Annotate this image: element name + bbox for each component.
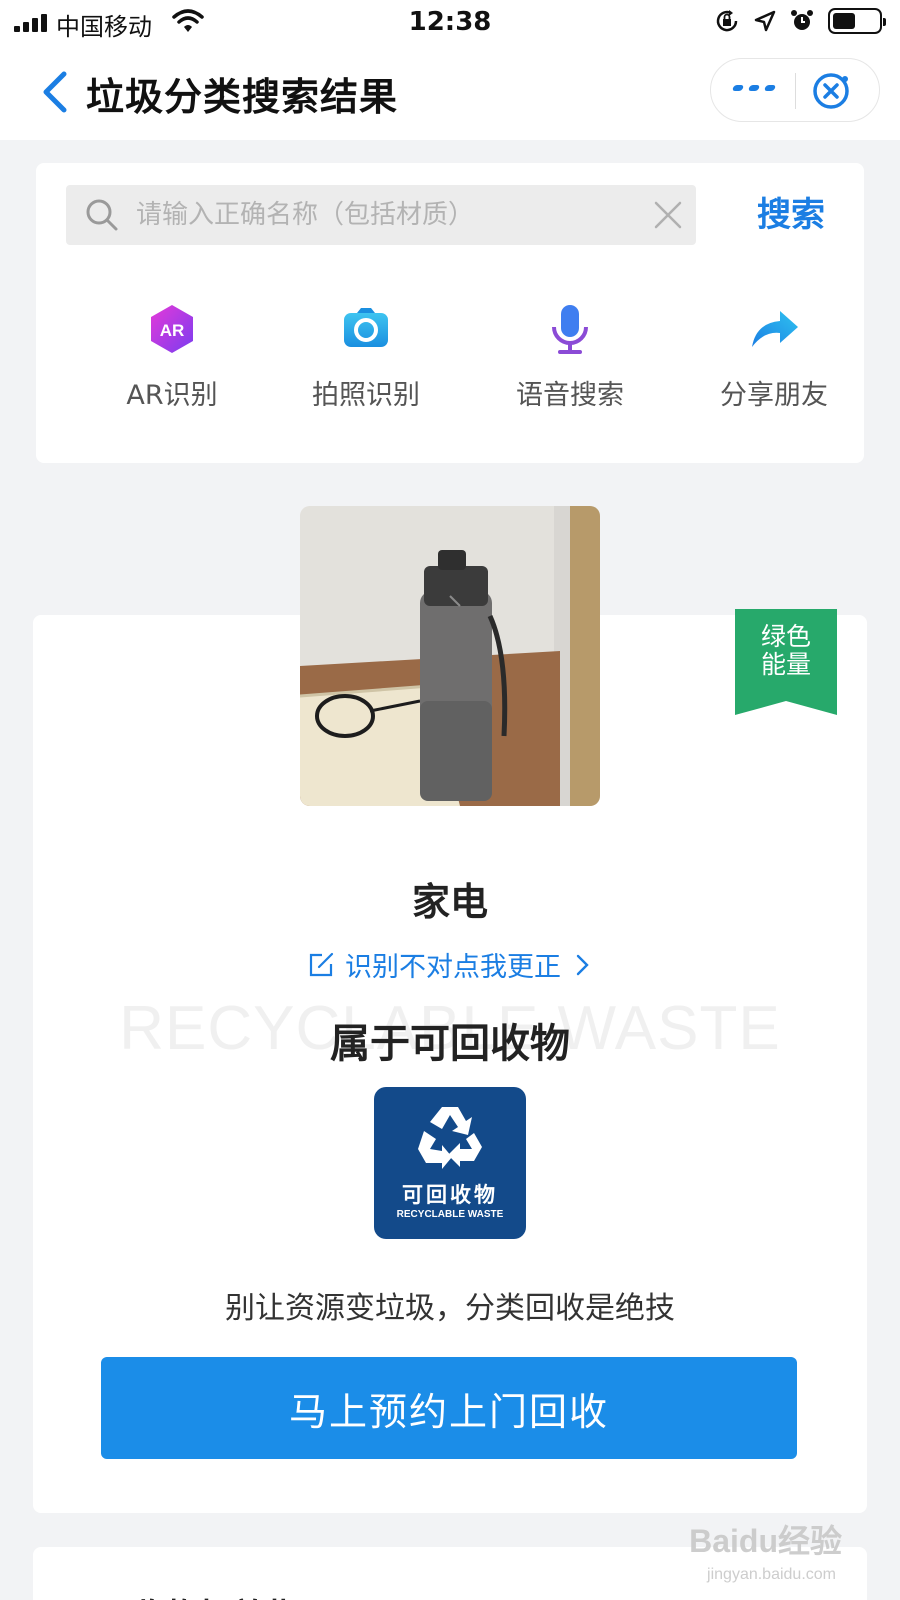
back-icon[interactable]	[38, 70, 74, 114]
rotation-lock-icon	[716, 10, 738, 32]
badge-label-en: RECYCLABLE WASTE	[396, 1209, 504, 1220]
close-mini-program-icon[interactable]	[811, 71, 851, 111]
nav-bar: 垃圾分类搜索结果	[0, 44, 900, 140]
tool-label: 拍照识别	[312, 380, 420, 411]
tool-label: 语音搜索	[516, 380, 624, 411]
tool-voice[interactable]: 语音搜索	[480, 303, 660, 412]
share-icon	[752, 311, 798, 347]
location-icon	[754, 10, 776, 32]
tool-label: AR识别	[126, 380, 218, 411]
microphone-icon	[552, 305, 588, 354]
recyclable-badge: 可回收物 RECYCLABLE WASTE	[374, 1087, 526, 1239]
correct-link-label: 识别不对点我更正	[345, 952, 561, 983]
tool-label: 分享朋友	[720, 380, 828, 411]
tool-share[interactable]: 分享朋友	[684, 303, 864, 412]
tool-photo[interactable]: 拍照识别	[276, 303, 456, 412]
item-name: 家电	[411, 880, 488, 924]
search-card: 搜索 AR AR识别 拍照识别 语音搜索	[36, 163, 864, 463]
mini-program-capsule	[710, 58, 880, 122]
baidu-watermark: Baidu经验	[689, 1523, 842, 1559]
alarm-icon	[791, 10, 813, 30]
tool-ar[interactable]: AR AR识别	[82, 303, 262, 412]
svg-text:AR: AR	[160, 321, 185, 340]
status-bar: 中国移动 12:38	[0, 0, 900, 44]
capsule-divider	[795, 73, 796, 109]
search-button[interactable]: 搜索	[736, 187, 846, 243]
baidu-watermark-url: jingyan.baidu.com	[707, 1566, 836, 1583]
edit-icon	[310, 952, 334, 976]
camera-icon	[344, 308, 388, 347]
ar-icon: AR	[151, 305, 193, 353]
guide-title: 可回收物投放指导	[63, 1589, 335, 1600]
search-input[interactable]	[136, 185, 616, 245]
chevron-right-icon	[576, 954, 589, 975]
tool-row: AR AR识别 拍照识别 语音搜索 分享朋友	[36, 303, 864, 443]
correct-recognition-link[interactable]: 识别不对点我更正	[33, 945, 867, 984]
search-icon	[86, 199, 118, 231]
clear-icon[interactable]	[650, 197, 686, 233]
slogan: 别让资源变垃圾，分类回收是绝技	[225, 1291, 675, 1326]
more-icon[interactable]	[731, 85, 777, 97]
item-photo	[300, 506, 600, 806]
category-title: 属于可回收物	[330, 1021, 570, 1067]
search-box[interactable]	[66, 185, 696, 245]
battery-icon	[828, 8, 886, 34]
green-energy-ribbon[interactable]: 绿色 能量	[735, 609, 837, 715]
book-pickup-button[interactable]: 马上预约上门回收	[101, 1357, 797, 1459]
badge-label-cn: 可回收物	[402, 1183, 498, 1207]
status-icons	[714, 8, 886, 34]
page-title: 垃圾分类搜索结果	[86, 75, 399, 119]
recycle-icon	[418, 1107, 482, 1169]
